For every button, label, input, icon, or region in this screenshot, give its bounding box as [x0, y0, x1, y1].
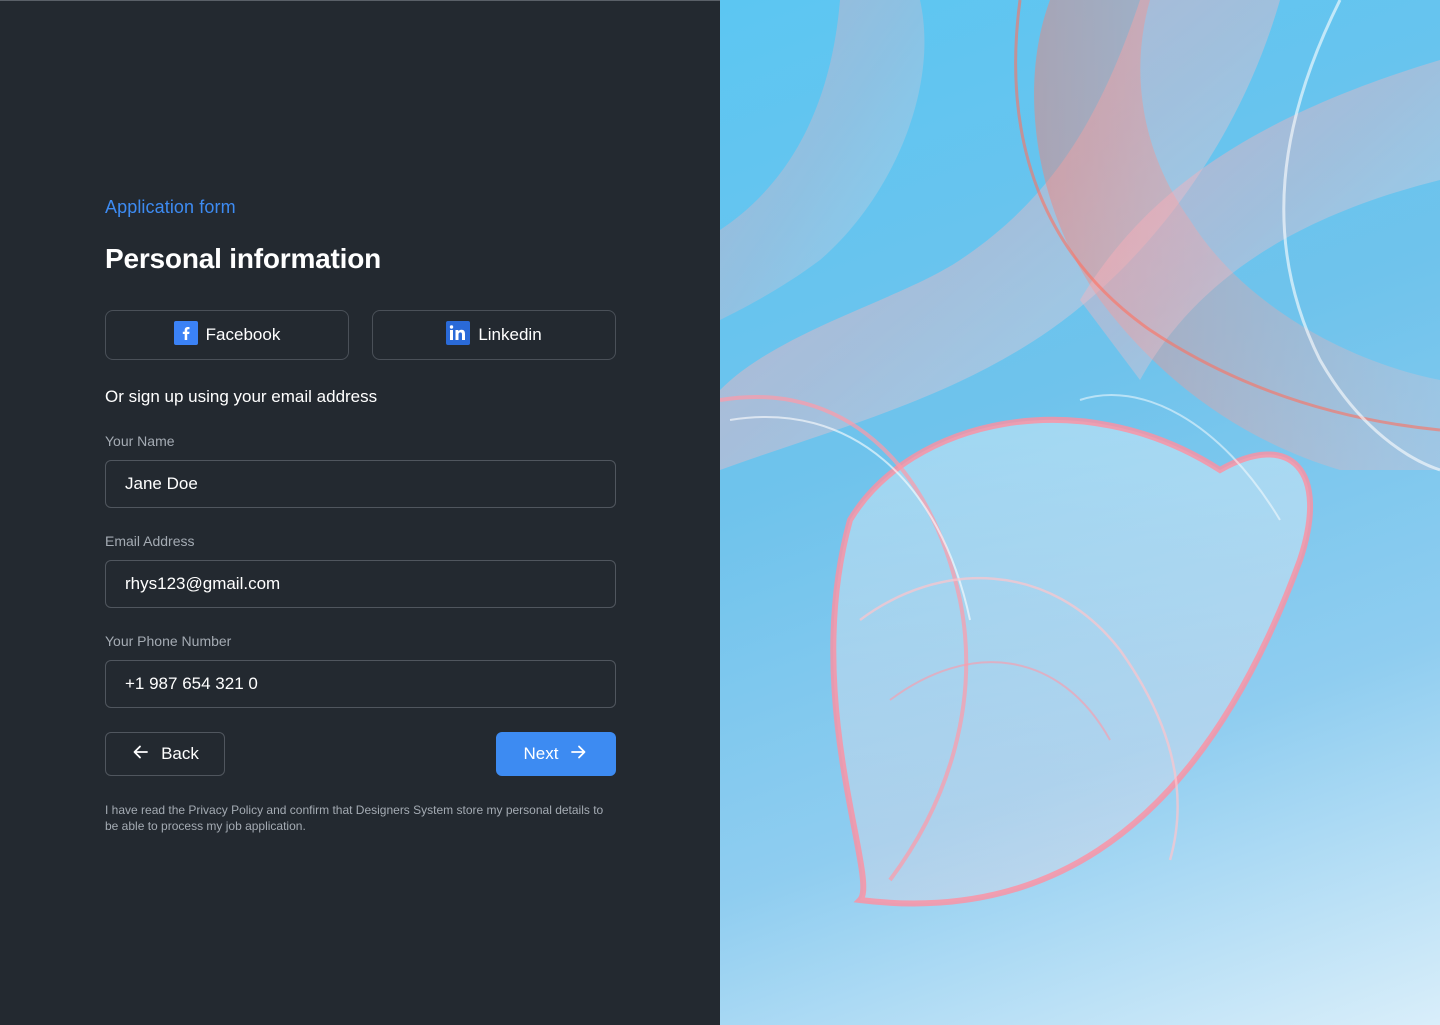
- abstract-ribbon-illustration: [720, 0, 1440, 907]
- linkedin-signup-button[interactable]: Linkedin: [372, 310, 616, 360]
- name-input[interactable]: [105, 460, 616, 508]
- facebook-icon: [173, 320, 198, 350]
- linkedin-label: Linkedin: [478, 325, 542, 344]
- facebook-signup-button[interactable]: Facebook: [105, 310, 349, 360]
- facebook-label: Facebook: [205, 325, 281, 344]
- page-title: Personal information: [105, 243, 382, 274]
- form-panel: Application form Personal information Fa…: [0, 0, 720, 1025]
- email-input[interactable]: [105, 560, 616, 608]
- arrow-right-icon: [568, 742, 588, 767]
- name-label: Your Name: [105, 433, 175, 449]
- linkedin-icon: [446, 320, 471, 350]
- email-label: Email Address: [105, 533, 195, 549]
- email-signup-hint: Or sign up using your email address: [105, 387, 378, 406]
- phone-label: Your Phone Number: [105, 633, 232, 649]
- next-label: Next: [523, 744, 559, 763]
- privacy-disclaimer: I have read the Privacy Policy and confi…: [105, 803, 604, 833]
- arrow-left-icon: [131, 742, 151, 767]
- next-button[interactable]: Next: [496, 732, 616, 776]
- back-button[interactable]: Back: [105, 732, 225, 776]
- back-label: Back: [161, 744, 199, 763]
- hero-image: [720, 0, 1440, 1025]
- phone-input[interactable]: [105, 660, 616, 708]
- form-eyebrow: Application form: [105, 197, 236, 217]
